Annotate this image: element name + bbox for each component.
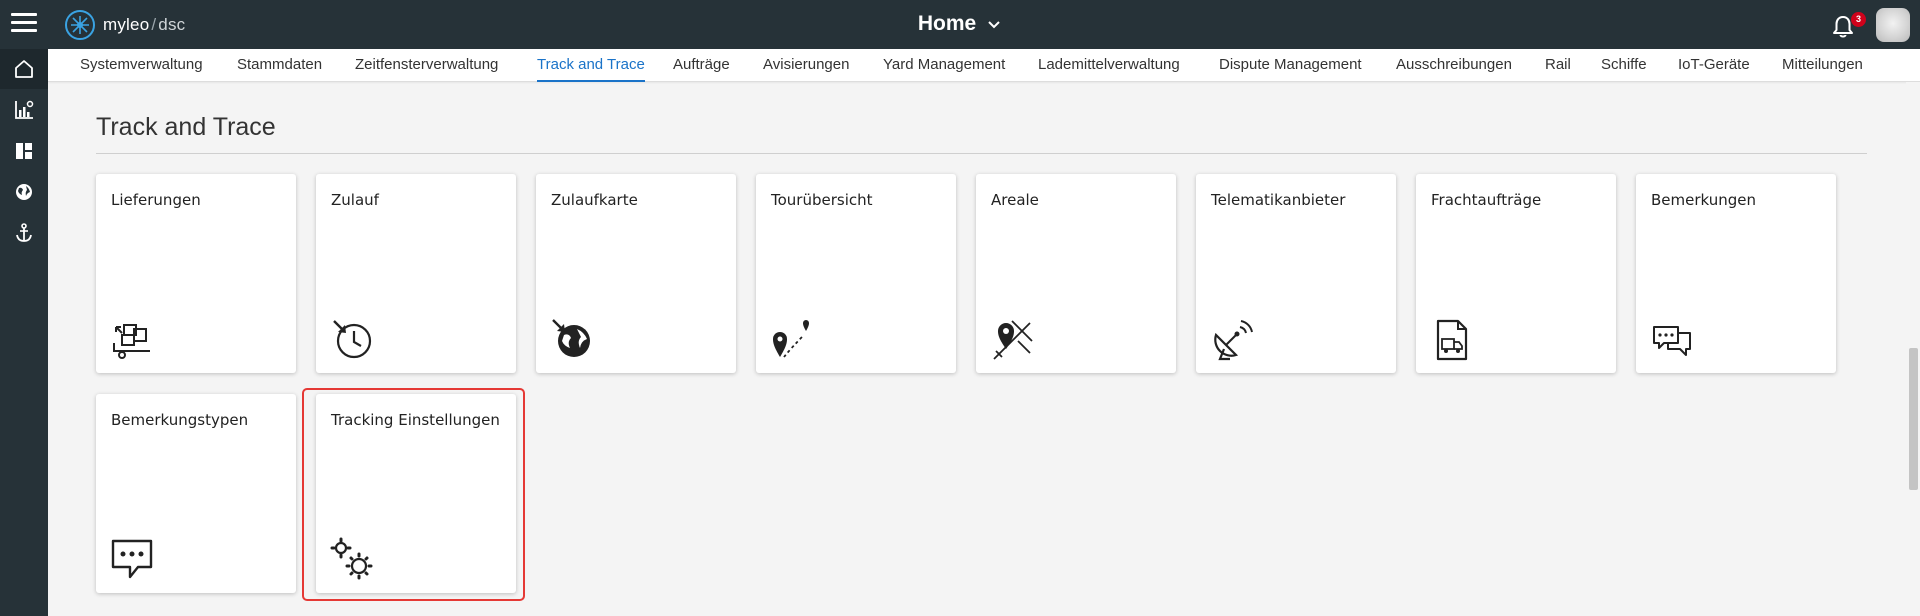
- scrollbar-thumb[interactable]: [1909, 348, 1918, 490]
- module-tabs: Systemverwaltung Stammdaten Zeitfensterv…: [48, 49, 1920, 82]
- tab-yard-management[interactable]: Yard Management: [883, 49, 1005, 82]
- tab-stammdaten[interactable]: Stammdaten: [237, 49, 322, 82]
- truck-document-icon: [1436, 319, 1468, 361]
- globe-icon: [16, 184, 32, 200]
- card-label: Zulaufkarte: [551, 191, 638, 209]
- rail-analytics[interactable]: [0, 90, 48, 130]
- page-scrollbar[interactable]: [1906, 82, 1920, 616]
- chevron-down-icon: [988, 21, 1000, 29]
- card-label: Bemerkungstypen: [111, 411, 249, 429]
- card-zulauf[interactable]: Zulauf: [316, 174, 516, 373]
- route-pin-icon: [773, 320, 809, 358]
- card-tracking-einstellungen[interactable]: Tracking Einstellungen: [316, 394, 516, 593]
- tab-avisierungen[interactable]: Avisierungen: [763, 49, 849, 82]
- gears-icon: [330, 537, 373, 580]
- anchor-icon: [16, 223, 32, 242]
- top-bar: myleo / dsc Home 3: [0, 0, 1920, 49]
- tab-schiffe[interactable]: Schiffe: [1601, 49, 1647, 82]
- comments-icon: [1653, 326, 1691, 356]
- card-touruebersicht[interactable]: Tourübersicht: [756, 174, 956, 373]
- delivery-icon: [113, 324, 150, 359]
- section-divider: [96, 153, 1867, 154]
- card-frachtauftraege[interactable]: Frachtaufträge: [1416, 174, 1616, 373]
- card-label: Bemerkungen: [1651, 191, 1757, 209]
- clock-arrow-icon: [333, 320, 372, 359]
- rail-home[interactable]: [0, 49, 48, 89]
- card-label: Tourübersicht: [771, 191, 873, 209]
- notification-badge: 3: [1851, 12, 1866, 27]
- card-bemerkungen[interactable]: Bemerkungen: [1636, 174, 1836, 373]
- card-label: Lieferungen: [111, 191, 201, 209]
- card-label: Areale: [991, 191, 1039, 209]
- tab-rail[interactable]: Rail: [1545, 49, 1571, 82]
- card-areale[interactable]: Areale: [976, 174, 1176, 373]
- tab-systemverwaltung[interactable]: Systemverwaltung: [80, 49, 203, 82]
- tab-zeitfensterverwaltung[interactable]: Zeitfensterverwaltung: [355, 49, 498, 82]
- area-map-icon: [993, 320, 1033, 360]
- card-label: Zulauf: [331, 191, 379, 209]
- rail-dashboard[interactable]: [0, 131, 48, 171]
- tab-auftraege[interactable]: Aufträge: [673, 49, 730, 82]
- section-title: Track and Trace: [96, 113, 276, 141]
- satellite-dish-icon: [1214, 320, 1253, 361]
- tab-dispute-management[interactable]: Dispute Management: [1219, 49, 1362, 82]
- tab-mitteilungen[interactable]: Mitteilungen: [1782, 49, 1863, 82]
- globe-arrow-icon: [552, 319, 590, 357]
- home-icon: [15, 60, 33, 78]
- rail-globe[interactable]: [0, 172, 48, 212]
- dashboard-icon: [16, 143, 32, 159]
- avatar[interactable]: [1876, 8, 1910, 42]
- card-bemerkungstypen[interactable]: Bemerkungstypen: [96, 394, 296, 593]
- rail-anchor[interactable]: [0, 213, 48, 253]
- tab-lademittelverwaltung[interactable]: Lademittelverwaltung: [1038, 49, 1180, 82]
- card-label: Telematikanbieter: [1211, 191, 1346, 209]
- tab-track-and-trace[interactable]: Track and Trace: [537, 49, 645, 82]
- comment-dots-icon: [111, 539, 153, 579]
- page-title-dropdown[interactable]: Home: [0, 12, 1920, 36]
- card-zulaufkarte[interactable]: Zulaufkarte: [536, 174, 736, 373]
- card-telematikanbieter[interactable]: Telematikanbieter: [1196, 174, 1396, 373]
- tab-ausschreibungen[interactable]: Ausschreibungen: [1396, 49, 1512, 82]
- side-rail: [0, 49, 48, 616]
- card-lieferungen[interactable]: Lieferungen: [96, 174, 296, 373]
- card-label: Tracking Einstellungen: [331, 411, 500, 429]
- tab-iot-geraete[interactable]: IoT-Geräte: [1678, 49, 1750, 82]
- card-label: Frachtaufträge: [1431, 191, 1542, 209]
- page-title: Home: [917, 12, 977, 35]
- chart-icon: [15, 100, 34, 119]
